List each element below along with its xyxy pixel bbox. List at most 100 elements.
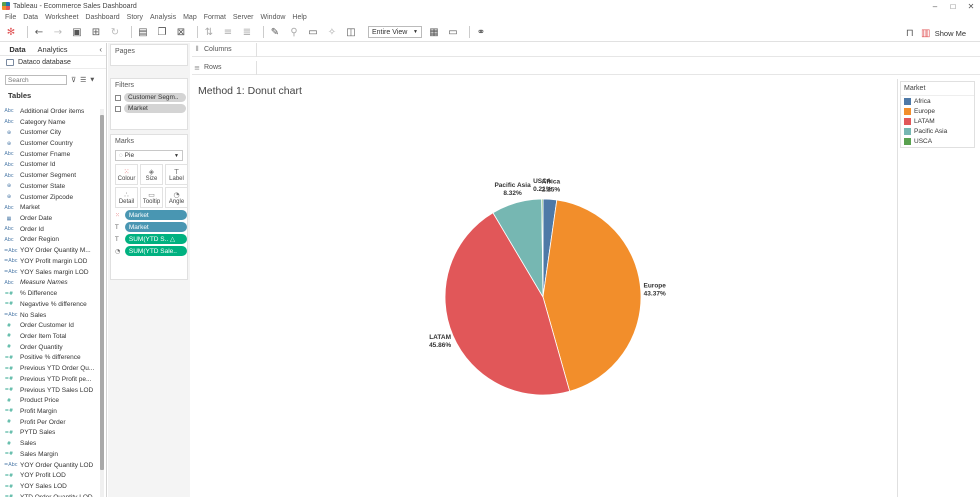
field-item[interactable]: =# Previous YTD Sales LOD (0, 385, 100, 396)
field-item[interactable]: # Profit Per Order (0, 417, 100, 428)
undo-icon[interactable]: ← (32, 25, 46, 39)
menu-story[interactable]: Story (125, 14, 148, 21)
field-item[interactable]: Abc Market (0, 202, 100, 213)
field-item[interactable]: =Abc YOY Sales margin LOD (0, 267, 100, 278)
tableau-home-icon[interactable]: ✻ (4, 25, 18, 39)
colour-button[interactable]: ⁙ Colour (115, 164, 138, 185)
new-datasource-icon[interactable]: ⊞ (89, 25, 103, 39)
menu-dashboard[interactable]: Dashboard (83, 14, 124, 21)
field-item[interactable]: ⊕ Customer State (0, 181, 100, 192)
menu-data[interactable]: Data (21, 14, 43, 21)
menu-worksheet[interactable]: Worksheet (43, 14, 83, 21)
field-item[interactable]: =# Positive % difference (0, 353, 100, 364)
legend-item[interactable]: LATAM (901, 116, 974, 126)
field-item[interactable]: Abc Customer Id (0, 160, 100, 171)
save-icon[interactable]: ▣ (70, 25, 84, 39)
view-list-icon[interactable]: ☰ (80, 76, 86, 84)
minimize-button[interactable]: – (926, 2, 944, 11)
share-icon[interactable]: ⚭ (474, 25, 488, 39)
field-item[interactable]: # Order Item Total (0, 331, 100, 342)
scrollbar-thumb[interactable] (100, 115, 104, 470)
field-search-input[interactable] (5, 75, 67, 85)
menu-analysis[interactable]: Analysis (148, 14, 181, 21)
field-item[interactable]: # Order Customer Id (0, 320, 100, 331)
field-item[interactable]: Abc Order Id (0, 224, 100, 235)
clear-sheet-icon[interactable]: ⊠ (174, 25, 188, 39)
filter-icon[interactable]: ⊽ (71, 76, 76, 84)
field-item[interactable]: =# YOY Sales LOD (0, 481, 100, 492)
filter-customer-segment[interactable]: Customer Segm.. (115, 93, 187, 102)
tab-data[interactable]: Data (0, 45, 35, 54)
new-worksheet-icon[interactable]: ▤ (136, 25, 150, 39)
sort-ascending-icon[interactable]: ≡ (221, 25, 235, 39)
maximize-button[interactable]: □ (944, 2, 962, 11)
chevron-down-icon[interactable]: ▼ (90, 77, 94, 83)
swap-rows-columns-icon[interactable]: ⇅ (202, 25, 216, 39)
menu-window[interactable]: Window (259, 14, 291, 21)
columns-shelf[interactable]: ⦀ Columns (192, 42, 980, 57)
show-cards-icon[interactable]: ▦ (427, 25, 441, 39)
field-item[interactable]: ⊕ Customer Country (0, 138, 100, 149)
field-item[interactable]: =# Negavtive % difference (0, 299, 100, 310)
market-legend[interactable]: Market Africa Europe LATAM Pacific Asia USCA (900, 81, 975, 148)
group-icon[interactable]: ⚲ (287, 25, 301, 39)
menu-map[interactable]: Map (181, 14, 202, 21)
show-me-button[interactable]: ⊓ ▥ Show Me (903, 26, 966, 40)
mark-field-angle-ytd-sales[interactable]: ◔ SUM(YTD Sale.. (115, 246, 187, 256)
mark-type-dropdown[interactable]: ◌ Pie ▼ (115, 150, 183, 161)
fix-axes-icon[interactable]: ✧ (325, 25, 339, 39)
view-size-dropdown[interactable]: Entire View ▼ (368, 26, 422, 38)
tab-analytics[interactable]: Analytics (35, 45, 70, 54)
field-item[interactable]: Abc Customer Segment (0, 170, 100, 181)
menu-format[interactable]: Format (202, 14, 231, 21)
field-item[interactable]: Abc Order Region (0, 235, 100, 246)
duplicate-sheet-icon[interactable]: ❐ (155, 25, 169, 39)
field-item[interactable]: ⊕ Customer City (0, 127, 100, 138)
pie-chart[interactable]: Africa2.25%Europe43.37%LATAM45.86%Pacifi… (192, 79, 894, 497)
angle-button[interactable]: ◔ Angle (165, 187, 188, 208)
redo-icon[interactable]: → (51, 25, 65, 39)
field-item[interactable]: =# YOY Profit LOD (0, 470, 100, 481)
menu-file[interactable]: File (3, 14, 21, 21)
field-item[interactable]: ⊕ Customer Zipcode (0, 192, 100, 203)
field-item[interactable]: =Abc No Sales (0, 310, 100, 321)
viz-canvas[interactable]: Method 1: Donut chart Africa 2.25% Europe 4… (192, 79, 894, 497)
field-item[interactable]: =# Previous YTD Order Qu... (0, 363, 100, 374)
field-item[interactable]: # Product Price (0, 395, 100, 406)
size-button[interactable]: ◈ Size (140, 164, 163, 185)
rows-shelf[interactable]: ≡ Rows (192, 60, 980, 75)
field-item[interactable]: =Abc YOY Order Quantity M... (0, 245, 100, 256)
mark-field-colour-market[interactable]: ⁙ Market (115, 210, 187, 220)
menu-server[interactable]: Server (231, 14, 259, 21)
menu-help[interactable]: Help (290, 14, 311, 21)
field-item[interactable]: =#YTD Order Quantity LOD (0, 492, 100, 497)
field-item[interactable]: ▦ Order Date (0, 213, 100, 224)
datasource-item[interactable]: Dataco database (0, 56, 106, 69)
field-item[interactable]: =# Profit Margin (0, 406, 100, 417)
sort-descending-icon[interactable]: ≣ (240, 25, 254, 39)
field-item[interactable]: Abc Category Name (0, 117, 100, 128)
filters-card[interactable]: Filters Customer Segm.. Market (110, 78, 188, 130)
legend-item[interactable]: Pacific Asia (901, 127, 974, 137)
field-item[interactable]: =# Sales Margin (0, 449, 100, 460)
field-item[interactable]: =# PYTD Sales (0, 428, 100, 439)
field-item[interactable]: Abc Additional Order items (0, 106, 100, 117)
highlight-icon[interactable]: ✎ (268, 25, 282, 39)
close-button[interactable]: ✕ (962, 2, 980, 11)
field-item[interactable]: # Order Quantity (0, 342, 100, 353)
detail-button[interactable]: ∴ Detail (115, 187, 138, 208)
pages-card[interactable]: Pages (110, 44, 188, 66)
field-item[interactable]: =Abc YOY Order Quantity LOD (0, 460, 100, 471)
mark-field-label-market[interactable]: T Market (115, 222, 187, 232)
field-item[interactable]: =Abc YOY Profit margin LOD (0, 256, 100, 267)
field-item[interactable]: # Sales (0, 438, 100, 449)
show-mark-labels-icon[interactable]: ▭ (306, 25, 320, 39)
legend-item[interactable]: Europe (901, 106, 974, 116)
field-item[interactable]: Abc Measure Names (0, 278, 100, 289)
field-item[interactable]: =# % Difference (0, 288, 100, 299)
fit-width-icon[interactable]: ◫ (344, 25, 358, 39)
presentation-mode-icon[interactable]: ▭ (446, 25, 460, 39)
legend-item[interactable]: USCA (901, 137, 974, 147)
refresh-icon[interactable]: ↻ (108, 25, 122, 39)
tooltip-button[interactable]: ▭ Tooltip (140, 187, 163, 208)
